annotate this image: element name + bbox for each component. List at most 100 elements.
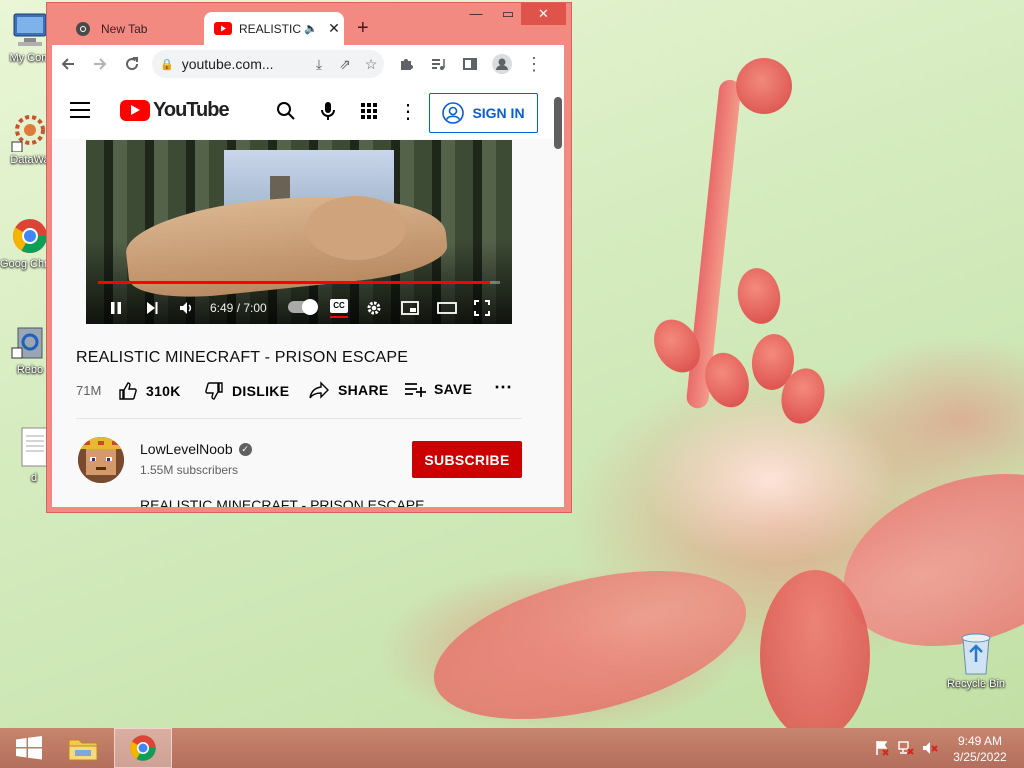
channel-avatar[interactable] — [78, 437, 124, 483]
channel-name[interactable]: LowLevelNoob ✓ — [140, 441, 252, 457]
dislike-label: DISLIKE — [232, 383, 290, 399]
autoplay-toggle[interactable] — [288, 299, 318, 315]
taskbar: 9:49 AM 3/25/2022 — [0, 728, 1024, 768]
arrow-left-icon — [61, 58, 74, 70]
extensions-button[interactable] — [390, 48, 422, 80]
video-actions: 71M 310K DISLIKE SHARE SAVE ⋯ — [76, 377, 522, 405]
captions-button[interactable]: CC — [330, 299, 348, 313]
dislike-button[interactable]: DISLIKE — [204, 381, 289, 401]
kebab-menu-icon: ⋮ — [525, 54, 543, 74]
share-arrow-icon — [309, 381, 329, 399]
subscribe-button[interactable]: SUBSCRIBE — [412, 441, 522, 478]
folder-icon — [68, 739, 98, 761]
lock-icon[interactable]: 🔒 — [160, 58, 174, 71]
youtube-logo[interactable]: YouTube — [120, 99, 230, 122]
like-button[interactable]: 310K — [118, 381, 181, 401]
forward-button[interactable] — [84, 48, 116, 80]
video-title: REALISTIC MINECRAFT - PRISON ESCAPE — [76, 349, 409, 366]
sign-in-label: SIGN IN — [472, 105, 525, 121]
browser-menu-button[interactable]: ⋮ — [518, 48, 550, 80]
thumbs-up-icon — [119, 382, 137, 400]
close-window-button[interactable]: ✕ — [521, 3, 566, 25]
side-panel-button[interactable] — [454, 48, 486, 80]
address-url: youtube.com... — [181, 56, 274, 72]
profile-button[interactable] — [486, 48, 518, 80]
puzzle-icon — [401, 59, 413, 70]
settings-kebab-icon[interactable]: ⋮ — [396, 99, 420, 123]
reload-icon — [126, 57, 139, 71]
maximize-button[interactable]: ▭ — [493, 3, 523, 25]
volume-muted-icon[interactable] — [922, 740, 938, 756]
tab-new-tab[interactable]: New Tab ✕ — [67, 12, 219, 45]
settings-gear-icon[interactable] — [364, 297, 384, 319]
media-queue-icon — [432, 59, 445, 70]
bookmark-star-icon[interactable]: ☆ — [358, 56, 384, 73]
chrome-icon — [13, 219, 47, 253]
taskbar-file-explorer[interactable] — [54, 728, 112, 768]
more-actions-icon[interactable]: ⋯ — [494, 377, 512, 398]
miniplayer-icon[interactable] — [400, 297, 420, 319]
side-panel-icon — [463, 58, 477, 70]
taskbar-chrome[interactable] — [114, 728, 172, 768]
tab-title: New Tab — [101, 21, 148, 36]
apps-grid-icon[interactable] — [357, 99, 381, 123]
speaker-icon[interactable]: 🔈 — [304, 22, 318, 35]
reboot-icon — [11, 327, 43, 359]
flower-anther — [733, 264, 785, 328]
share-button[interactable]: SHARE — [308, 381, 389, 399]
view-count: 71M — [76, 383, 102, 398]
next-icon[interactable] — [142, 297, 162, 319]
tab-title: REALISTIC — [239, 21, 302, 36]
desktop-icon-label: Recycle Bin — [946, 678, 1006, 690]
system-clock[interactable]: 9:49 AM 3/25/2022 — [944, 733, 1016, 765]
back-button[interactable] — [52, 48, 84, 80]
video-progress-fill — [98, 281, 490, 284]
close-tab-icon[interactable]: ✕ — [324, 20, 344, 37]
install-icon[interactable]: ⤓ — [306, 56, 332, 73]
volume-icon[interactable] — [176, 297, 198, 319]
save-label: SAVE — [434, 381, 473, 397]
browser-toolbar: 🔒 youtube.com... ⤓ ⇗ ☆ ⋮ — [52, 45, 564, 83]
video-player[interactable]: 6:49 / 7:00 CC — [86, 140, 512, 324]
add-to-playlist-icon — [405, 383, 426, 397]
fullscreen-icon[interactable] — [472, 297, 492, 319]
video-frame-hand — [306, 196, 406, 260]
video-progress-bar[interactable] — [98, 281, 500, 284]
divider — [76, 418, 522, 419]
youtube-icon — [214, 22, 232, 35]
captions-active-indicator — [330, 316, 348, 318]
hamburger-menu-icon[interactable] — [70, 102, 90, 118]
search-icon[interactable] — [274, 99, 298, 123]
subscriber-count: 1.55M subscribers — [140, 463, 239, 477]
desktop-icon-recycle-bin[interactable]: Recycle Bin — [944, 630, 1008, 690]
datawa-icon — [11, 115, 45, 152]
sign-in-button[interactable]: SIGN IN — [429, 93, 538, 133]
computer-icon — [13, 13, 47, 46]
microphone-icon[interactable] — [316, 99, 340, 123]
tab-strip: New Tab ✕ REALISTIC 🔈 ✕ + — ▭ ✕ — [47, 3, 571, 45]
verified-badge-icon: ✓ — [238, 442, 252, 456]
address-bar[interactable]: 🔒 youtube.com... ⤓ ⇗ ☆ — [152, 50, 384, 78]
chrome-icon — [76, 21, 90, 36]
network-icon[interactable] — [898, 740, 914, 756]
windows-logo-icon — [16, 736, 42, 760]
page-scrollbar[interactable] — [554, 97, 562, 149]
theater-mode-icon[interactable] — [436, 297, 458, 319]
action-center-flag-icon[interactable] — [874, 740, 890, 756]
start-button[interactable] — [0, 728, 58, 768]
browser-window: New Tab ✕ REALISTIC 🔈 ✕ + — ▭ ✕ 🔒 youtub… — [46, 2, 572, 513]
description-preview[interactable]: REALISTIC MINECRAFT - PRISON ESCAPE — [140, 497, 424, 507]
save-button[interactable]: SAVE — [404, 381, 472, 397]
share-icon[interactable]: ⇗ — [332, 56, 358, 73]
minimize-button[interactable]: — — [461, 3, 491, 25]
new-tab-button[interactable]: + — [357, 17, 369, 40]
tab-youtube[interactable]: REALISTIC 🔈 ✕ — [204, 12, 344, 45]
video-time: 6:49 / 7:00 — [210, 301, 267, 315]
avatar-icon — [492, 54, 512, 74]
pause-icon[interactable] — [106, 297, 126, 319]
desktop-icon-label: Rebo — [16, 364, 44, 376]
desktop-icon-label: d — [30, 472, 38, 484]
media-control-button[interactable] — [422, 48, 454, 80]
reload-button[interactable] — [116, 48, 148, 80]
share-label: SHARE — [338, 382, 389, 398]
